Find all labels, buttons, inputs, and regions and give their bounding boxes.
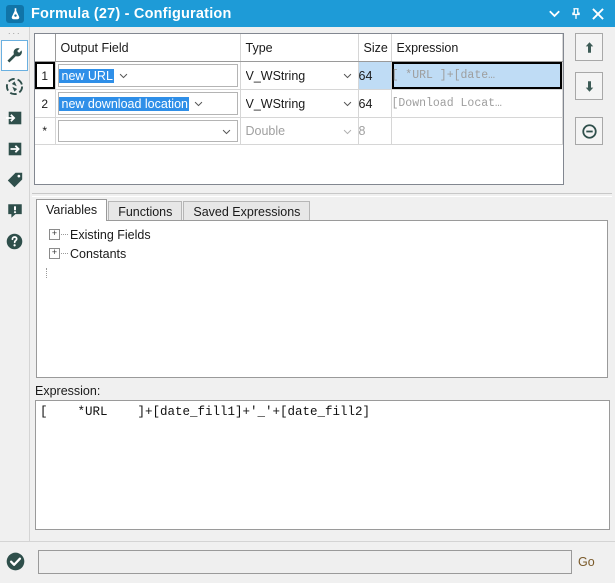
warning-bubble-icon xyxy=(6,202,24,220)
rail-item-output[interactable] xyxy=(1,133,28,164)
tree-node-constants[interactable]: + Constants xyxy=(37,244,607,263)
tool-rail: ··· xyxy=(0,27,30,583)
expand-plus-icon[interactable]: + xyxy=(49,229,60,240)
output-field-value-2: new download location xyxy=(58,96,189,111)
variables-tree[interactable]: + Existing Fields + Constants xyxy=(36,220,608,378)
column-header-type[interactable]: Type xyxy=(240,34,359,62)
cell-size-new[interactable]: 8 xyxy=(358,117,392,145)
cell-type-2[interactable]: V_WString xyxy=(240,89,359,118)
tree-node-existing-fields[interactable]: + Existing Fields xyxy=(37,225,607,244)
cell-expression-new[interactable] xyxy=(391,117,563,145)
help-question-icon xyxy=(5,232,24,251)
wrench-icon xyxy=(5,46,24,65)
tree-vertical-connector xyxy=(46,268,48,278)
rail-item-annotation[interactable] xyxy=(1,71,28,102)
bottom-bar: Go xyxy=(0,541,615,583)
rail-grip[interactable]: ··· xyxy=(0,27,29,40)
chevron-down-icon[interactable] xyxy=(338,126,358,137)
tab-saved-expressions[interactable]: Saved Expressions xyxy=(183,201,311,221)
go-button[interactable]: Go xyxy=(578,555,595,569)
grid-action-buttons xyxy=(571,33,611,156)
tab-functions[interactable]: Functions xyxy=(108,201,183,221)
table-row[interactable]: 1 new URL V_WString 64 [*URL]+[date… xyxy=(35,61,563,90)
row-header-2[interactable]: 2 xyxy=(35,89,56,118)
circle-minus-icon xyxy=(581,123,598,140)
tab-bar: Variables Functions Saved Expressions xyxy=(36,199,311,221)
column-header-expression[interactable]: Expression xyxy=(391,34,563,62)
table-row[interactable]: * Double 8 xyxy=(35,117,563,145)
output-fields-grid[interactable]: Output Field Type Size Expression 1 new … xyxy=(34,33,564,185)
expression-label: Expression: xyxy=(35,384,101,398)
move-down-button[interactable] xyxy=(575,72,603,100)
arrow-up-icon xyxy=(582,40,597,55)
cell-expression-2[interactable]: [Download Locat… xyxy=(391,89,563,118)
cell-expression-1[interactable]: [ *URL ]+[date… xyxy=(391,61,563,90)
rail-item-metadata[interactable] xyxy=(1,164,28,195)
row-header-1[interactable]: 1 xyxy=(35,61,56,90)
cell-type-1[interactable]: V_WString xyxy=(240,61,359,90)
cell-size-2[interactable]: 64 xyxy=(358,89,392,118)
tree-connector xyxy=(61,252,68,255)
cell-size-1[interactable]: 64 xyxy=(358,61,392,90)
arrow-down-icon xyxy=(582,79,597,94)
tab-variables[interactable]: Variables xyxy=(36,199,108,221)
row-header-new[interactable]: * xyxy=(35,117,56,145)
rail-item-input[interactable] xyxy=(1,102,28,133)
chevron-down-icon[interactable] xyxy=(114,70,134,81)
search-input[interactable] xyxy=(39,551,571,573)
chevron-down-icon[interactable] xyxy=(189,98,209,109)
arrow-into-box-icon xyxy=(5,109,24,127)
tag-icon xyxy=(6,171,24,189)
pin-icon[interactable] xyxy=(565,3,587,25)
window-title: Formula (27) - Configuration xyxy=(31,5,232,22)
cell-output-field-2[interactable]: new download location xyxy=(55,89,241,118)
configuration-panel: Output Field Type Size Expression 1 new … xyxy=(30,27,615,542)
rail-item-messages[interactable] xyxy=(1,195,28,226)
window-controls xyxy=(543,3,615,25)
formula-flask-icon xyxy=(6,4,24,23)
arrow-out-of-box-icon xyxy=(6,140,24,158)
table-row[interactable]: 2 new download location V_WString 64 [Do… xyxy=(35,89,563,118)
title-bar: Formula (27) - Configuration xyxy=(0,0,615,27)
chevron-down-icon[interactable] xyxy=(338,98,358,109)
type-value-2: V_WString xyxy=(245,96,306,111)
tree-node-label: Constants xyxy=(70,246,127,261)
check-circle-icon xyxy=(5,551,26,572)
chevron-down-icon[interactable] xyxy=(338,70,358,81)
column-header-rownum xyxy=(35,34,56,62)
section-divider xyxy=(32,193,612,197)
formula-configuration-window: Formula (27) - Configuration ··· Output … xyxy=(0,0,615,583)
tree-node-label: Existing Fields xyxy=(70,227,151,242)
expression-editor[interactable]: [ *URL ]+[date_fill1]+'_'+[date_fill2] xyxy=(35,400,610,530)
chevron-down-icon[interactable] xyxy=(543,3,565,25)
close-icon[interactable] xyxy=(587,3,609,25)
type-value-1: V_WString xyxy=(245,68,306,83)
output-field-value-1: new URL xyxy=(58,68,114,83)
remove-button[interactable] xyxy=(575,117,603,145)
grid-header-row: Output Field Type Size Expression xyxy=(35,34,563,62)
target-compass-icon xyxy=(5,77,24,96)
cell-output-field-1[interactable]: new URL xyxy=(55,61,241,90)
cell-output-field-new[interactable] xyxy=(55,117,241,145)
search-input-wrapper[interactable] xyxy=(38,550,572,574)
chevron-down-icon[interactable] xyxy=(217,126,237,137)
rail-item-configuration[interactable] xyxy=(1,40,28,71)
column-header-size[interactable]: Size xyxy=(358,34,392,62)
rail-item-help[interactable] xyxy=(1,226,28,257)
move-up-button[interactable] xyxy=(575,33,603,61)
column-header-output-field[interactable]: Output Field xyxy=(55,34,241,62)
cell-type-new[interactable]: Double xyxy=(240,117,359,145)
tree-connector xyxy=(61,233,68,236)
type-value-new: Double xyxy=(245,124,286,138)
expand-plus-icon[interactable]: + xyxy=(49,248,60,259)
